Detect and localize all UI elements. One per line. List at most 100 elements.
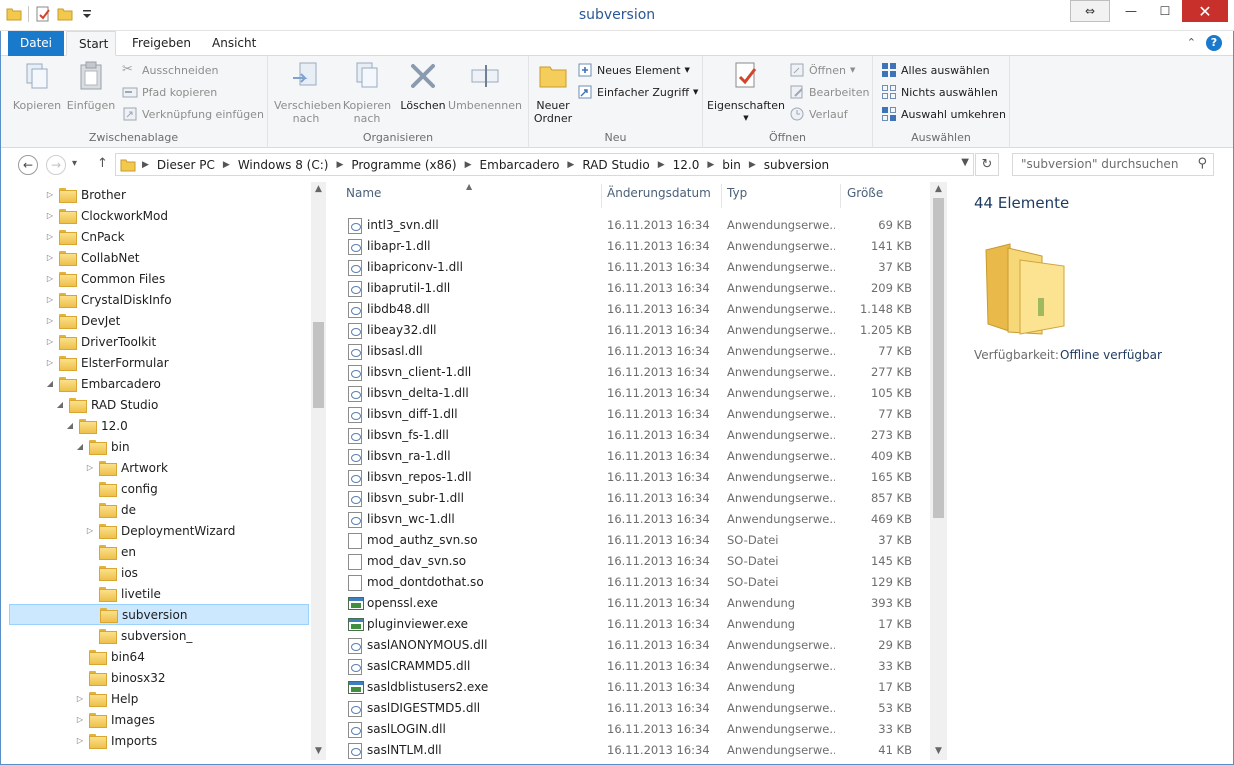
refresh-icon[interactable]: ↻: [975, 153, 999, 176]
paste-shortcut-button[interactable]: Verknüpfung einfügen: [122, 106, 264, 122]
tree-item[interactable]: ▷ Imports: [9, 730, 309, 751]
collapsed-arrow-icon[interactable]: ▷: [45, 253, 55, 262]
paste-button[interactable]: Einfügen: [66, 60, 116, 112]
collapsed-arrow-icon[interactable]: ▷: [45, 337, 55, 346]
close-icon[interactable]: ✕: [1182, 0, 1228, 22]
collapsed-arrow-icon[interactable]: ▷: [45, 316, 55, 325]
column-divider[interactable]: [601, 184, 602, 208]
expanded-arrow-icon[interactable]: ◢: [65, 421, 75, 430]
search-input[interactable]: "subversion" durchsuchen ⚲: [1012, 153, 1214, 176]
breadcrumb-this-pc[interactable]: Dieser PC: [157, 158, 215, 172]
file-list-scrollbar[interactable]: ▲ ▼: [930, 182, 947, 760]
collapsed-arrow-icon[interactable]: ▷: [85, 463, 95, 472]
collapsed-arrow-icon[interactable]: ▷: [45, 232, 55, 241]
file-row[interactable]: openssl.exe 16.11.2013 16:34 Anwendung 393 …: [338, 593, 930, 614]
file-row[interactable]: mod_dav_svn.so 16.11.2013 16:34 SO-Datei 14…: [338, 551, 930, 572]
file-row[interactable]: libsvn_subr-1.dll 16.11.2013 16:34 Anwendu…: [338, 488, 930, 509]
tree-scrollbar[interactable]: ▲ ▼: [311, 182, 326, 760]
tree-item[interactable]: ▷ Help: [9, 688, 309, 709]
column-divider[interactable]: [721, 184, 722, 208]
tab-view[interactable]: Ansicht: [200, 31, 268, 56]
address-dropdown-icon[interactable]: ▼: [961, 157, 969, 168]
tree-item[interactable]: subversion_: [9, 625, 309, 646]
invert-selection-button[interactable]: Auswahl umkehren: [881, 106, 1006, 122]
collapsed-arrow-icon[interactable]: ▷: [45, 274, 55, 283]
column-header-name[interactable]: Name: [346, 186, 596, 208]
new-folder-button[interactable]: Neuer Ordner: [533, 60, 573, 125]
copy-to-button[interactable]: Kopieren nach: [340, 60, 394, 125]
tree-item[interactable]: bin64: [9, 646, 309, 667]
new-item-button[interactable]: Neues Element ▼: [577, 62, 690, 78]
collapsed-arrow-icon[interactable]: ▷: [75, 736, 85, 745]
file-row[interactable]: saslCRAMMD5.dll 16.11.2013 16:34 Anwendung…: [338, 656, 930, 677]
file-row[interactable]: saslNTLM.dll 16.11.2013 16:34 Anwendungser…: [338, 740, 930, 760]
collapsed-arrow-icon[interactable]: ▷: [45, 358, 55, 367]
scroll-down-icon[interactable]: ▼: [311, 746, 326, 756]
file-row[interactable]: libsvn_client-1.dll 16.11.2013 16:34 Anwen…: [338, 362, 930, 383]
restore-icon[interactable]: ⇔: [1070, 0, 1110, 22]
tree-item[interactable]: en: [9, 541, 309, 562]
breadcrumb-rad-studio[interactable]: RAD Studio: [582, 158, 649, 172]
tree-item[interactable]: ◢ RAD Studio: [9, 394, 309, 415]
file-list-scrollbar-thumb[interactable]: [933, 198, 944, 518]
tab-file[interactable]: Datei: [8, 31, 64, 56]
copy-button[interactable]: Kopieren: [12, 60, 62, 112]
file-row[interactable]: saslDIGESTMD5.dll 16.11.2013 16:34 Anwendu…: [338, 698, 930, 719]
collapsed-arrow-icon[interactable]: ▷: [75, 694, 85, 703]
file-row[interactable]: saslANONYMOUS.dll 16.11.2013 16:34 Anwendu…: [338, 635, 930, 656]
minimize-icon[interactable]: —: [1114, 0, 1148, 22]
tree-item[interactable]: subversion: [9, 604, 309, 625]
breadcrumb-separator-icon[interactable]: ▶: [465, 160, 472, 170]
tree-item[interactable]: ▷ DevJet: [9, 310, 309, 331]
expanded-arrow-icon[interactable]: ◢: [75, 442, 85, 451]
breadcrumb-bin[interactable]: bin: [722, 158, 741, 172]
file-row[interactable]: intl3_svn.dll 16.11.2013 16:34 Anwendungse…: [338, 215, 930, 236]
file-row[interactable]: libsvn_ra-1.dll 16.11.2013 16:34 Anwendung…: [338, 446, 930, 467]
file-row[interactable]: mod_dontdothat.so 16.11.2013 16:34 SO-Date…: [338, 572, 930, 593]
scroll-down-icon[interactable]: ▼: [930, 746, 947, 756]
copy-path-button[interactable]: Pfad kopieren: [122, 84, 217, 100]
recent-locations-icon[interactable]: ▾: [72, 158, 77, 169]
collapsed-arrow-icon[interactable]: ▷: [45, 190, 55, 199]
rename-button[interactable]: Umbenennen: [448, 60, 522, 112]
easy-access-button[interactable]: Einfacher Zugriff ▼: [577, 84, 698, 100]
up-arrow-icon[interactable]: ↑: [97, 156, 108, 171]
file-row[interactable]: pluginviewer.exe 16.11.2013 16:34 Anwendun…: [338, 614, 930, 635]
column-header-date[interactable]: Änderungsdatum: [607, 186, 719, 208]
file-row[interactable]: libsasl.dll 16.11.2013 16:34 Anwendungserw…: [338, 341, 930, 362]
tree-item[interactable]: ▷ ElsterFormular: [9, 352, 309, 373]
collapsed-arrow-icon[interactable]: ▷: [45, 211, 55, 220]
expanded-arrow-icon[interactable]: ◢: [55, 400, 65, 409]
tree-item[interactable]: ▷ Common Files: [9, 268, 309, 289]
breadcrumb-separator-icon[interactable]: ▶: [336, 160, 343, 170]
breadcrumb-version[interactable]: 12.0: [673, 158, 700, 172]
tree-item[interactable]: binosx32: [9, 667, 309, 688]
select-none-button[interactable]: Nichts auswählen: [881, 84, 998, 100]
scroll-up-icon[interactable]: ▲: [930, 184, 947, 194]
breadcrumb-separator-icon[interactable]: ▶: [707, 160, 714, 170]
collapse-ribbon-icon[interactable]: ⌃: [1187, 36, 1196, 49]
help-icon[interactable]: ?: [1206, 35, 1222, 51]
tab-start[interactable]: Start: [66, 31, 116, 56]
search-icon[interactable]: ⚲: [1197, 156, 1207, 171]
breadcrumb-embarcadero[interactable]: Embarcadero: [480, 158, 560, 172]
breadcrumb-separator-icon[interactable]: ▶: [142, 160, 149, 170]
tree-item[interactable]: ios: [9, 562, 309, 583]
tree-item[interactable]: ▷ Images: [9, 709, 309, 730]
tree-item[interactable]: ▷ Artwork: [9, 457, 309, 478]
address-bar[interactable]: ▶ Dieser PC ▶ Windows 8 (C:) ▶ Programme…: [115, 153, 974, 176]
column-divider[interactable]: [840, 184, 841, 208]
column-header-size[interactable]: Größe: [847, 186, 917, 208]
tree-item[interactable]: ◢ Embarcadero: [9, 373, 309, 394]
tree-item[interactable]: ▷ CrystalDiskInfo: [9, 289, 309, 310]
move-to-button[interactable]: Verschieben nach: [274, 60, 341, 125]
tree-scrollbar-thumb[interactable]: [313, 322, 324, 408]
file-row[interactable]: mod_authz_svn.so 16.11.2013 16:34 SO-Datei…: [338, 530, 930, 551]
breadcrumb-program-files[interactable]: Programme (x86): [351, 158, 456, 172]
breadcrumb-drive-c[interactable]: Windows 8 (C:): [238, 158, 329, 172]
file-row[interactable]: libapriconv-1.dll 16.11.2013 16:34 Anwendu…: [338, 257, 930, 278]
tree-item[interactable]: ◢ 12.0: [9, 415, 309, 436]
history-button[interactable]: Verlauf: [789, 106, 848, 122]
tree-item[interactable]: config: [9, 478, 309, 499]
tree-item[interactable]: ▷ DeploymentWizard: [9, 520, 309, 541]
